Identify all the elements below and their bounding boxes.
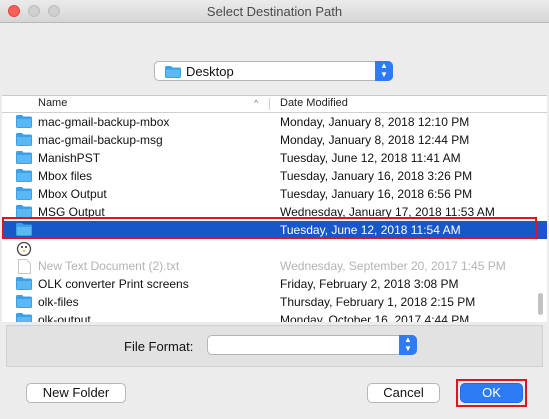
file-row[interactable]: Tuesday, June 12, 2018 11:54 AM xyxy=(2,221,547,239)
column-date-modified[interactable]: Date Modified xyxy=(280,97,348,109)
file-date-modified: Tuesday, June 12, 2018 11:41 AM xyxy=(280,151,461,165)
folder-icon xyxy=(16,133,32,149)
folder-icon xyxy=(16,205,32,221)
file-row[interactable]: New Text Document (2).txt Wednesday, Sept… xyxy=(2,257,547,275)
location-label: Desktop xyxy=(186,64,234,79)
file-name: MSG Output xyxy=(38,205,105,219)
file-date-modified: Thursday, February 1, 2018 2:15 PM xyxy=(280,295,476,309)
file-name: mac-gmail-backup-mbox xyxy=(38,115,170,129)
new-folder-button[interactable]: New Folder xyxy=(26,383,126,403)
location-popup[interactable]: Desktop ▲ ▼ xyxy=(154,61,393,81)
file-row[interactable]: Mbox files Tuesday, January 16, 2018 3:26… xyxy=(2,167,547,185)
file-date-modified: Wednesday, January 17, 2018 11:53 AM xyxy=(280,205,495,219)
file-format-label: File Format: xyxy=(124,339,194,354)
file-date-modified: Tuesday, January 16, 2018 3:26 PM xyxy=(280,169,473,183)
file-row[interactable]: mac-gmail-backup-mbox Monday, January 8, … xyxy=(2,113,547,131)
file-row[interactable] xyxy=(2,239,547,257)
file-name: Mbox files xyxy=(38,169,93,183)
file-date-modified: Monday, January 8, 2018 12:10 PM xyxy=(280,115,470,129)
folder-icon xyxy=(16,223,32,239)
chevron-updown-icon: ▲ ▼ xyxy=(399,335,417,355)
file-date-modified: Monday, January 8, 2018 12:44 PM xyxy=(280,133,470,147)
file-row[interactable]: MSG Output Wednesday, January 17, 2018 11… xyxy=(2,203,547,221)
file-name: olk-files xyxy=(38,295,79,309)
column-name[interactable]: Name xyxy=(38,97,67,109)
chevron-updown-icon: ▲ ▼ xyxy=(375,61,393,81)
ok-button-highlight xyxy=(456,379,527,407)
file-row[interactable]: mac-gmail-backup-msg Monday, January 8, 2… xyxy=(2,131,547,149)
file-row[interactable]: olk-output Monday, October 16, 2017 4:44 … xyxy=(2,311,547,322)
title-bar: Select Destination Path xyxy=(0,0,549,23)
column-divider[interactable] xyxy=(269,98,270,110)
file-name: olk-output xyxy=(38,313,91,322)
file-row[interactable]: OLK converter Print screens Friday, Febru… xyxy=(2,275,547,293)
sort-ascending-icon: ^ xyxy=(254,98,259,108)
file-name: Mbox Output xyxy=(38,187,107,201)
folder-icon xyxy=(16,115,32,131)
file-name: New Text Document (2).txt xyxy=(38,259,180,273)
folder-icon xyxy=(16,295,32,311)
file-row[interactable]: ManishPST Tuesday, June 12, 2018 11:41 AM xyxy=(2,149,547,167)
folder-icon xyxy=(16,169,32,185)
column-header: Name ^ Date Modified xyxy=(2,96,547,113)
file-format-select[interactable]: ▲ ▼ xyxy=(207,335,417,355)
cancel-button[interactable]: Cancel xyxy=(367,383,440,403)
folder-icon xyxy=(16,313,32,322)
file-date-modified: Monday, October 16, 2017 4:44 PM xyxy=(280,313,470,322)
file-row[interactable]: Mbox Output Tuesday, January 16, 2018 6:5… xyxy=(2,185,547,203)
file-date-modified: Wednesday, September 20, 2017 1:45 PM xyxy=(280,259,506,273)
file-date-modified: Tuesday, January 16, 2018 6:56 PM xyxy=(280,187,473,201)
folder-icon xyxy=(16,277,32,293)
file-date-modified: Friday, February 2, 2018 3:08 PM xyxy=(280,277,459,291)
file-date-modified: Tuesday, June 12, 2018 11:54 AM xyxy=(280,223,461,237)
folder-icon xyxy=(16,151,32,167)
window-title: Select Destination Path xyxy=(206,4,343,19)
file-name: mac-gmail-backup-msg xyxy=(38,133,163,147)
file-name: ManishPST xyxy=(38,151,101,165)
folder-icon xyxy=(165,66,181,81)
file-browser[interactable]: Name ^ Date Modified mac-gmail-backup-mb… xyxy=(2,95,547,322)
file-list: mac-gmail-backup-mbox Monday, January 8, … xyxy=(2,113,547,322)
file-row[interactable]: olk-files Thursday, February 1, 2018 2:15… xyxy=(2,293,547,311)
vertical-scrollbar[interactable] xyxy=(538,293,543,315)
folder-icon xyxy=(16,187,32,203)
file-name: OLK converter Print screens xyxy=(38,277,189,291)
